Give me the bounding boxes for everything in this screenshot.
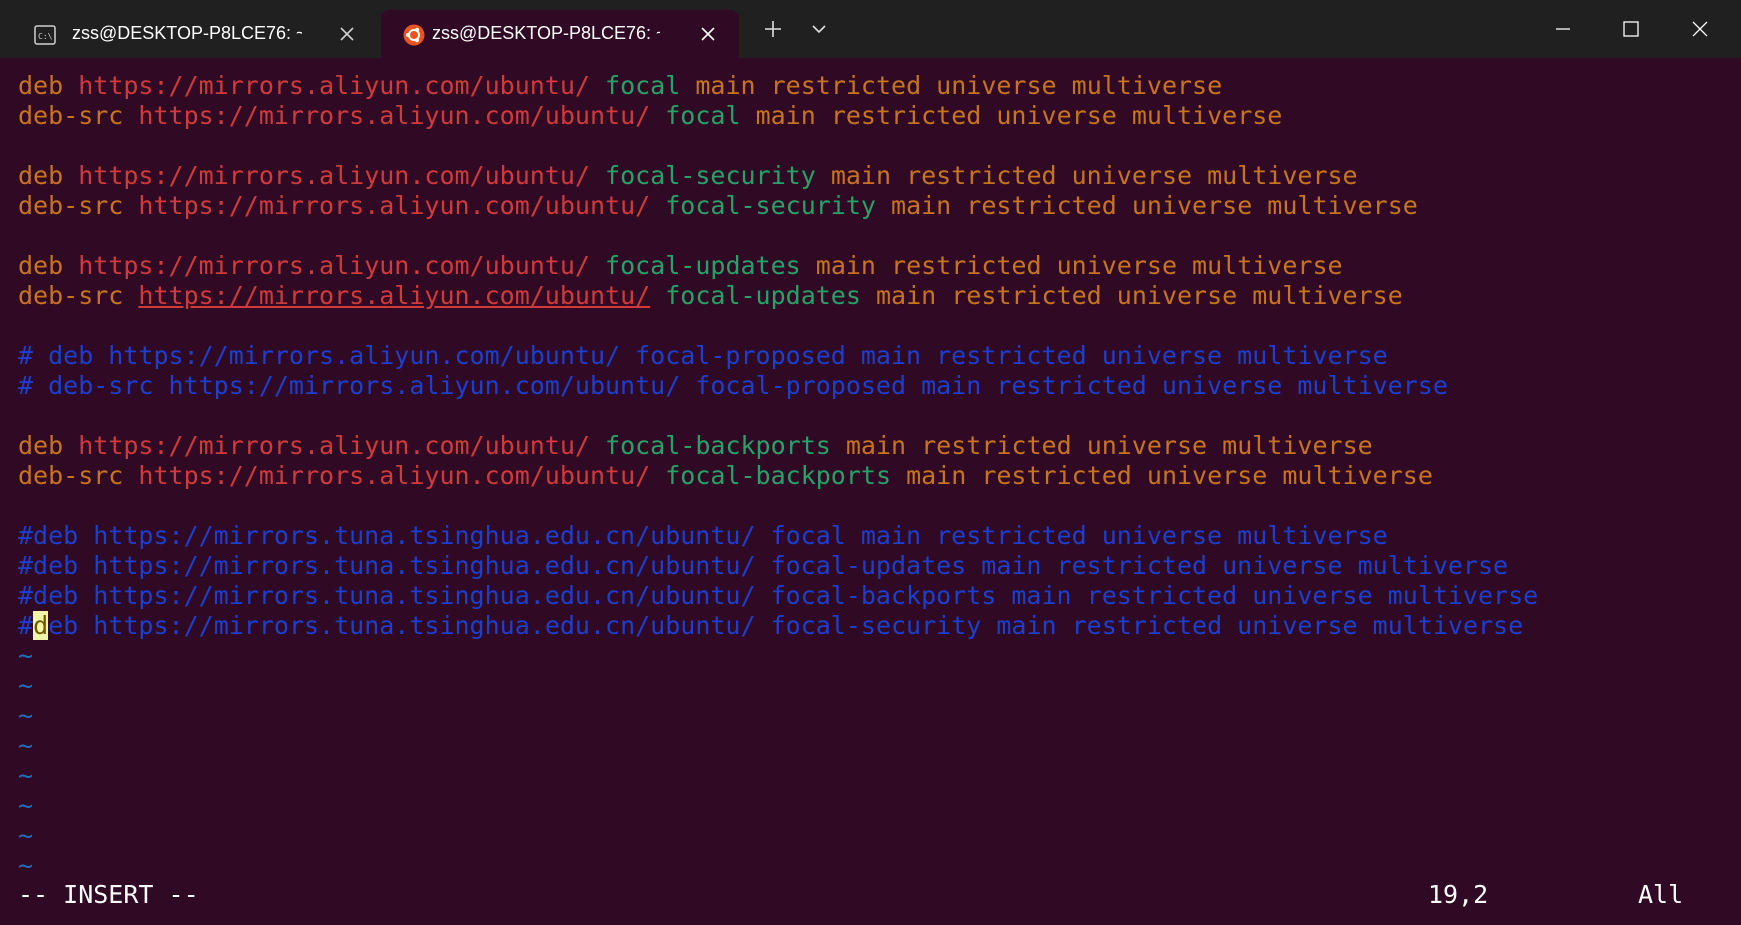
sources-line: deb https://mirrors.aliyun.com/ubuntu/ f…: [18, 71, 1222, 101]
text-cursor: d: [33, 611, 49, 640]
empty-line-tilde: ~: [18, 791, 34, 820]
tab-label: zss@DESKTOP-P8LCE76: ~/bc: [432, 23, 660, 43]
line-prefix: deb-src: [18, 281, 124, 310]
line-url: https://mirrors.aliyun.com/ubuntu/: [78, 431, 590, 460]
line-components: main restricted universe multiverse: [830, 161, 1358, 190]
new-tab-icon[interactable]: [761, 17, 785, 41]
line-components: main restricted universe multiverse: [815, 251, 1343, 280]
minimize-icon[interactable]: [1529, 0, 1597, 58]
terminal-window: C:\ zss@DESKTOP-P8LCE76: ~ zss@DESKTOP-P…: [0, 0, 1741, 925]
scroll-indicator: All: [1638, 880, 1684, 909]
line-dist: focal-updates: [605, 251, 801, 280]
title-bar: C:\ zss@DESKTOP-P8LCE76: ~ zss@DESKTOP-P…: [0, 0, 1741, 58]
vim-mode-indicator: -- INSERT --: [18, 880, 199, 909]
tab-cmd[interactable]: C:\ zss@DESKTOP-P8LCE76: ~: [12, 10, 375, 58]
line-prefix: deb-src: [18, 461, 124, 490]
line-prefix: deb: [18, 251, 64, 280]
comment-line: #deb https://mirrors.tuna.tsinghua.edu.c…: [18, 611, 1523, 641]
line-url: https://mirrors.aliyun.com/ubuntu/: [78, 251, 590, 280]
comment-line: #deb https://mirrors.tuna.tsinghua.edu.c…: [18, 521, 1388, 550]
cmd-icon: C:\: [34, 24, 56, 51]
line-components: main restricted universe multiverse: [845, 431, 1373, 460]
line-dist: focal-security: [605, 161, 816, 190]
line-prefix: deb-src: [18, 101, 124, 130]
comment-line: #deb https://mirrors.tuna.tsinghua.edu.c…: [18, 551, 1509, 580]
comment-line: # deb-src https://mirrors.aliyun.com/ubu…: [18, 371, 1448, 400]
line-url-link[interactable]: https://mirrors.aliyun.com/ubuntu/: [138, 281, 650, 310]
empty-line-tilde: ~: [18, 701, 34, 730]
line-url: https://mirrors.aliyun.com/ubuntu/: [78, 161, 590, 190]
sources-line: deb-src https://mirrors.aliyun.com/ubunt…: [18, 461, 1433, 491]
line-dist: focal-security: [665, 191, 876, 220]
line-components: main restricted universe multiverse: [875, 281, 1403, 310]
sources-line: deb-src https://mirrors.aliyun.com/ubunt…: [18, 281, 1403, 311]
line-dist: focal-backports: [605, 431, 831, 460]
maximize-icon[interactable]: [1597, 0, 1665, 58]
terminal-content[interactable]: deb https://mirrors.aliyun.com/ubuntu/ f…: [0, 58, 1741, 925]
line-components: main restricted universe multiverse: [695, 71, 1223, 100]
comment-line: # deb https://mirrors.aliyun.com/ubuntu/…: [18, 341, 1388, 370]
empty-line-tilde: ~: [18, 671, 34, 700]
ubuntu-icon: [403, 24, 425, 51]
sources-line: deb https://mirrors.aliyun.com/ubuntu/ f…: [18, 251, 1343, 281]
line-url: https://mirrors.aliyun.com/ubuntu/: [138, 191, 651, 220]
comment-line: #deb https://mirrors.tuna.tsinghua.edu.c…: [18, 581, 1539, 610]
line-prefix: deb: [18, 71, 64, 100]
empty-line-tilde: ~: [18, 641, 34, 670]
svg-text:C:\: C:\: [38, 32, 53, 41]
line-url: https://mirrors.aliyun.com/ubuntu/: [138, 101, 651, 130]
line-components: main restricted universe multiverse: [906, 461, 1433, 490]
line-url: https://mirrors.aliyun.com/ubuntu/: [78, 71, 590, 100]
cursor-position: 19,2: [1428, 880, 1489, 909]
line-before-cursor: #: [18, 611, 34, 640]
sources-line: deb https://mirrors.aliyun.com/ubuntu/ f…: [18, 161, 1358, 191]
empty-line-tilde: ~: [18, 851, 34, 880]
line-components: main restricted universe multiverse: [891, 191, 1418, 220]
tab-label: zss@DESKTOP-P8LCE76: ~: [72, 23, 302, 43]
line-dist: focal-backports: [665, 461, 892, 490]
empty-line-tilde: ~: [18, 821, 34, 850]
empty-line-tilde: ~: [18, 731, 34, 760]
line-after-cursor: eb https://mirrors.tuna.tsinghua.edu.cn/…: [48, 611, 1524, 640]
sources-line: deb https://mirrors.aliyun.com/ubuntu/ f…: [18, 431, 1373, 461]
line-dist: focal-updates: [665, 281, 861, 310]
close-icon[interactable]: [337, 24, 357, 49]
line-prefix: deb: [18, 161, 64, 190]
empty-line-tilde: ~: [18, 761, 34, 790]
close-window-icon[interactable]: [1666, 0, 1734, 58]
close-icon[interactable]: [698, 24, 718, 49]
line-prefix: deb-src: [18, 191, 124, 220]
sources-line: deb-src https://mirrors.aliyun.com/ubunt…: [18, 101, 1282, 131]
line-url: https://mirrors.aliyun.com/ubuntu/: [138, 461, 651, 490]
line-dist: focal: [665, 101, 741, 130]
line-dist: focal: [605, 71, 681, 100]
sources-line: deb-src https://mirrors.aliyun.com/ubunt…: [18, 191, 1418, 221]
chevron-down-icon[interactable]: [807, 17, 831, 41]
tab-ubuntu[interactable]: zss@DESKTOP-P8LCE76: ~/bc: [381, 10, 739, 58]
line-components: main restricted universe multiverse: [755, 101, 1283, 130]
line-prefix: deb: [18, 431, 64, 460]
